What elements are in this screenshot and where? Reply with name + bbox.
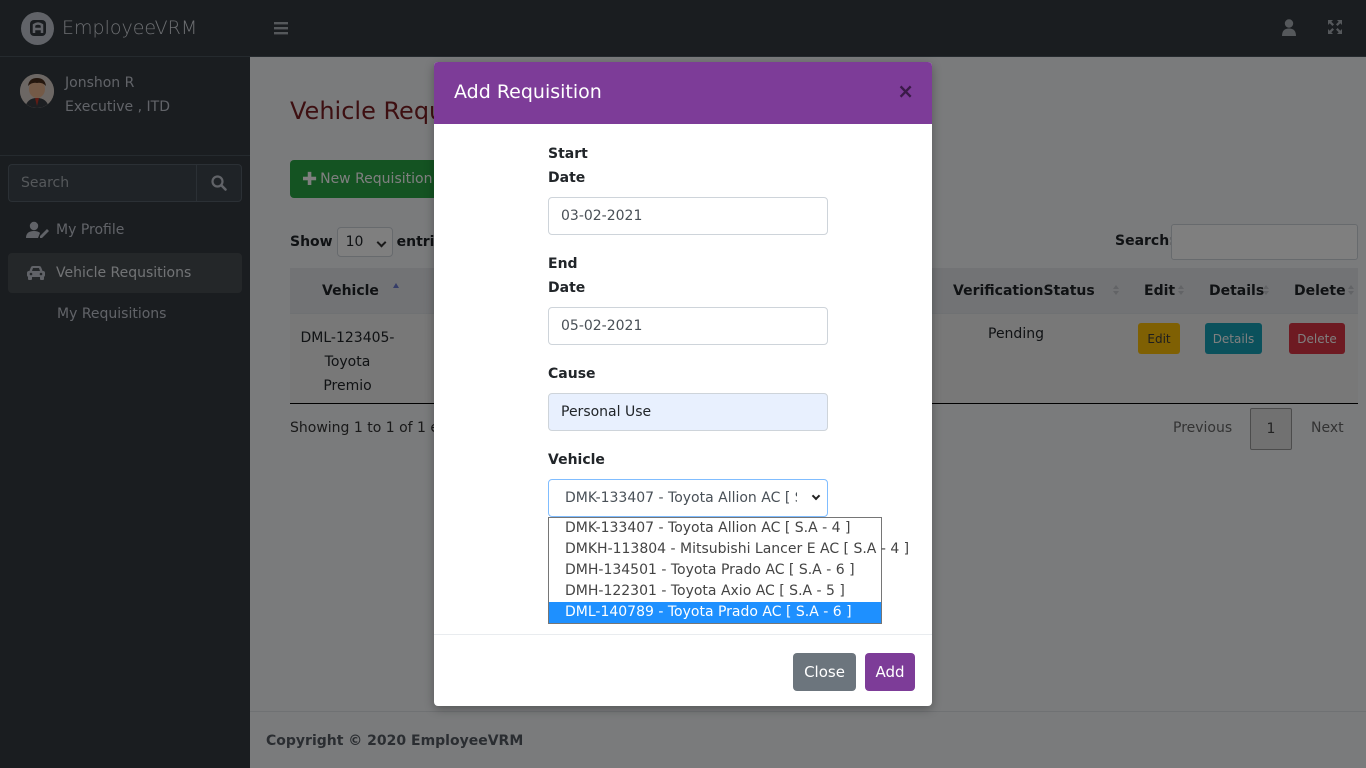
end-date-input[interactable]: 05-02-2021 [548, 307, 828, 345]
vehicle-option[interactable]: DMKH-113804 - Mitsubishi Lancer E AC [ S… [549, 539, 909, 560]
vehicle-option[interactable]: DMH-122301 - Toyota Axio AC [ S.A - 5 ] [549, 581, 881, 602]
vehicle-select-value: DMK-133407 - Toyota Allion AC [ S.A - 4 … [565, 490, 797, 506]
vehicle-options-list: DMK-133407 - Toyota Allion AC [ S.A - 4 … [548, 517, 909, 624]
cause-label: Cause [548, 366, 596, 382]
vehicle-select[interactable]: DMK-133407 - Toyota Allion AC [ S.A - 4 … [548, 479, 828, 517]
cause-input[interactable]: Personal Use [548, 393, 828, 431]
close-icon[interactable]: × [897, 79, 914, 103]
chevron-down-icon [811, 491, 821, 501]
close-button[interactable]: Close [793, 653, 856, 691]
start-date-label-line2: Date [548, 170, 586, 186]
end-date-label-line2: Date [548, 280, 586, 296]
add-button[interactable]: Add [865, 653, 915, 691]
vehicle-label: Vehicle [548, 452, 605, 468]
start-date-label-line1: Start [548, 146, 588, 162]
start-date-input[interactable]: 03-02-2021 [548, 197, 828, 235]
vehicle-option[interactable]: DMK-133407 - Toyota Allion AC [ S.A - 4 … [549, 518, 881, 539]
vehicle-option[interactable]: DMH-134501 - Toyota Prado AC [ S.A - 6 ] [549, 560, 881, 581]
modal-footer: Close Add [434, 634, 932, 706]
modal-title: Add Requisition [454, 81, 602, 103]
end-date-label-line1: End [548, 256, 578, 272]
vehicle-option-highlighted[interactable]: DML-140789 - Toyota Prado AC [ S.A - 6 ] [549, 602, 881, 623]
modal-header: Add Requisition × [434, 62, 932, 124]
